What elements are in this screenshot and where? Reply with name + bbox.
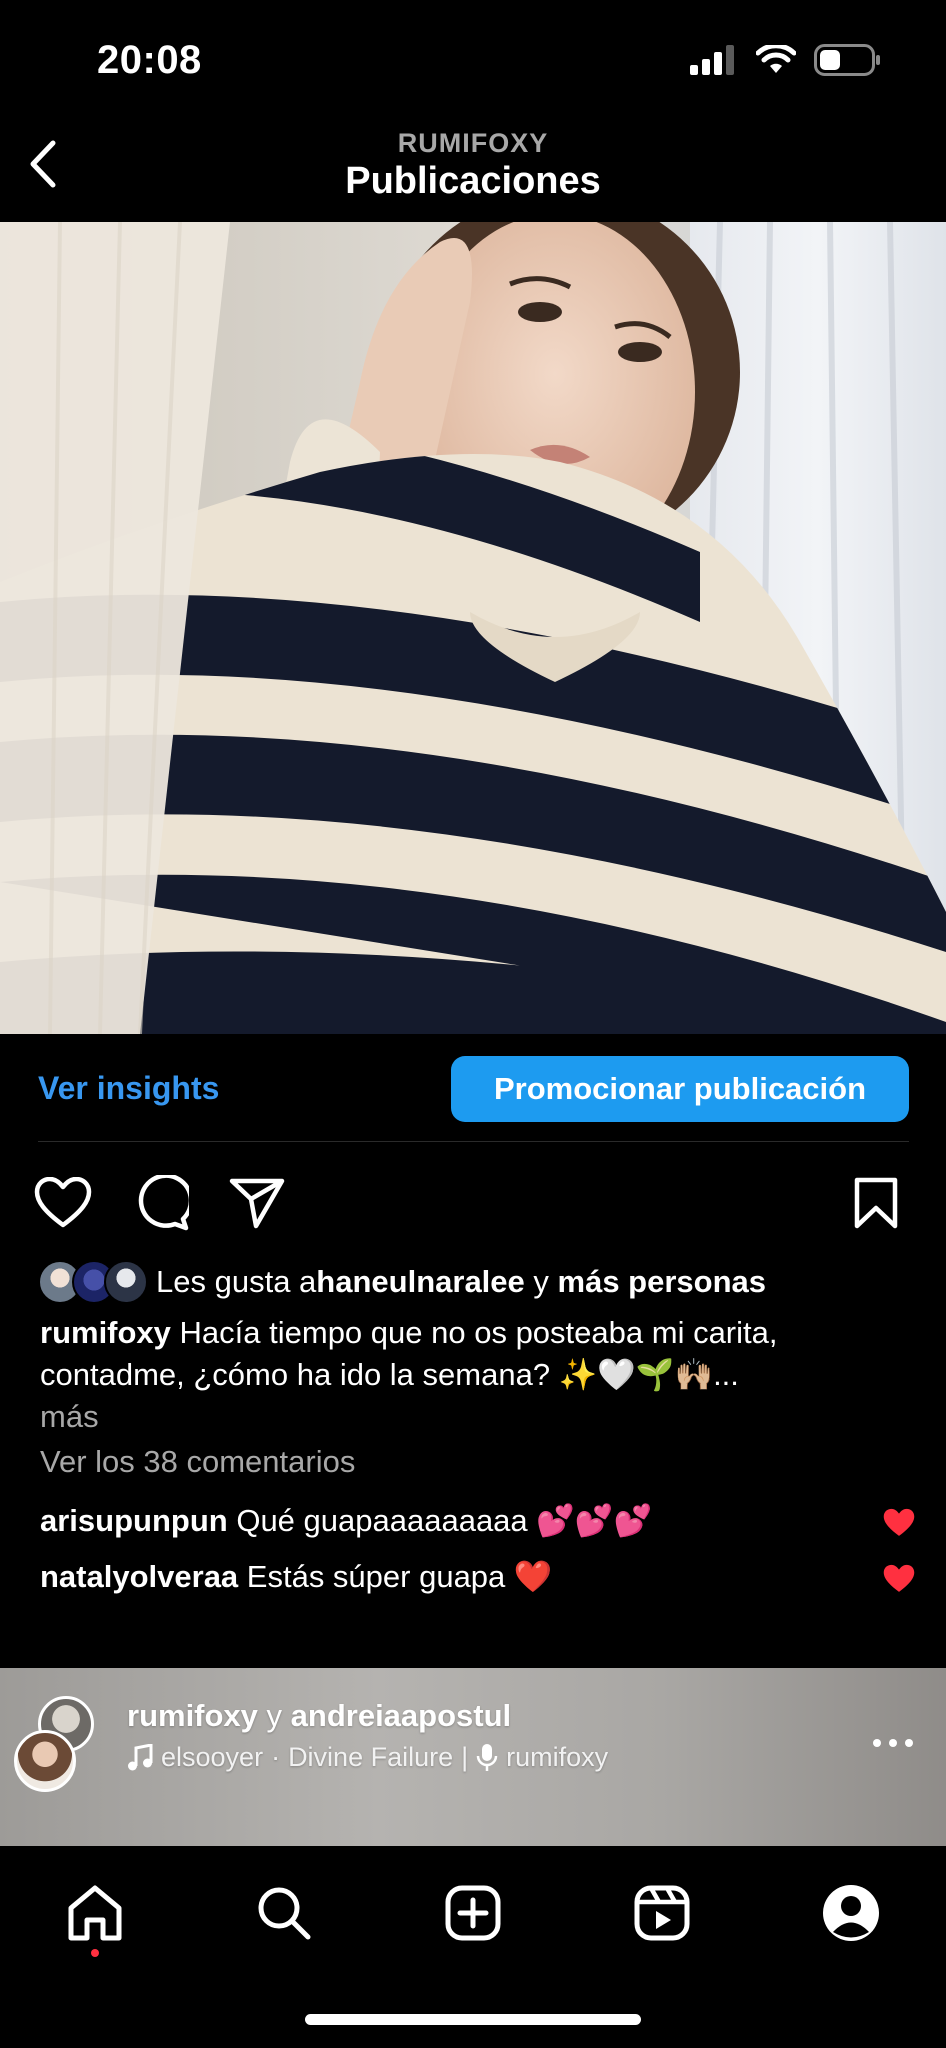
liker-avatars	[38, 1260, 148, 1304]
audio-divider: |	[461, 1742, 469, 1772]
home-notification-dot	[91, 1949, 99, 1957]
status-icons	[690, 44, 882, 76]
comment-text: Estás súper guapa ❤️	[238, 1559, 553, 1594]
audio-artist: elsooyer	[161, 1742, 264, 1772]
battery-icon	[814, 44, 880, 76]
view-all-comments-link[interactable]: Ver los 38 comentarios	[40, 1444, 355, 1480]
heart-outline-icon	[34, 1177, 92, 1228]
comment-username[interactable]: arisupunpun	[40, 1503, 228, 1538]
comment-username[interactable]: natalyolveraa	[40, 1559, 238, 1594]
comment-row: natalyolveraa Estás súper guapa ❤️	[40, 1558, 553, 1595]
next-post-authors: rumifoxy y andreiaapostul	[127, 1698, 511, 1734]
author-avatar[interactable]	[14, 1730, 76, 1792]
nav-home[interactable]	[60, 1878, 130, 1948]
nav-create[interactable]	[438, 1878, 508, 1948]
likes-summary[interactable]: Les gusta a haneulnaralee y más personas	[38, 1258, 766, 1306]
next-post-joiner: y	[257, 1698, 291, 1733]
avatar	[104, 1260, 148, 1304]
page-title: Publicaciones	[345, 160, 601, 202]
comment-button[interactable]	[130, 1172, 192, 1234]
wifi-icon	[756, 45, 796, 73]
paper-plane-icon	[229, 1178, 285, 1229]
like-button[interactable]	[32, 1172, 94, 1234]
view-insights-link[interactable]: Ver insights	[38, 1070, 219, 1107]
home-indicator	[305, 2014, 641, 2025]
posts-header: RUMIFOXY Publicaciones	[0, 120, 946, 222]
audio-original: rumifoxy	[506, 1742, 609, 1772]
reels-icon	[634, 1885, 690, 1941]
nav-search[interactable]	[249, 1878, 319, 1948]
post-photo[interactable]	[0, 222, 946, 1034]
home-icon	[68, 1885, 122, 1941]
next-post-collaborator[interactable]: andreiaapostul	[291, 1698, 512, 1733]
promote-post-button[interactable]: Promocionar publicación	[451, 1056, 909, 1122]
audio-track: Divine Failure	[288, 1742, 454, 1772]
music-note-icon	[128, 1743, 153, 1770]
comment-like-heart-icon[interactable]	[882, 1506, 916, 1540]
comment-text: Qué guapaaaaaaaaa 💕💕💕	[227, 1503, 653, 1538]
likes-others-link[interactable]: más personas	[558, 1264, 767, 1300]
nav-profile[interactable]	[816, 1878, 886, 1948]
cellular-signal-icon	[690, 45, 734, 75]
likes-joiner: y	[524, 1264, 558, 1299]
microphone-icon	[476, 1743, 498, 1771]
account-username[interactable]: RUMIFOXY	[0, 128, 946, 159]
create-plus-icon	[445, 1885, 501, 1941]
likes-prefix: Les gusta a	[156, 1264, 317, 1299]
post-caption: rumifoxy Hacía tiempo que no os posteaba…	[40, 1312, 880, 1438]
bookmark-icon	[854, 1177, 898, 1229]
caption-more-link[interactable]: más	[40, 1399, 99, 1434]
status-time: 20:08	[97, 38, 202, 82]
insights-row: Ver insights Promocionar publicación	[0, 1034, 946, 1142]
comment-row: arisupunpun Qué guapaaaaaaaaa 💕💕💕	[40, 1502, 652, 1539]
audio-separator: ·	[271, 1742, 281, 1772]
status-bar: 20:08	[0, 0, 946, 120]
comment-like-heart-icon[interactable]	[882, 1562, 916, 1596]
next-post-header[interactable]: rumifoxy y andreiaapostul elsooyer · Div…	[0, 1668, 946, 1846]
more-options-icon[interactable]	[868, 1728, 918, 1758]
caption-username[interactable]: rumifoxy	[40, 1315, 171, 1350]
share-button[interactable]	[226, 1172, 288, 1234]
next-post-audio[interactable]: elsooyer · Divine Failure | rumifoxy	[127, 1742, 608, 1773]
next-post-username[interactable]: rumifoxy	[127, 1698, 258, 1733]
search-icon	[258, 1887, 311, 1940]
profile-icon	[823, 1885, 879, 1941]
liker-username[interactable]: haneulnaralee	[316, 1264, 524, 1300]
save-button[interactable]	[845, 1172, 907, 1234]
post-image	[0, 222, 946, 1034]
nav-reels[interactable]	[627, 1878, 697, 1948]
comment-bubble-icon	[138, 1175, 189, 1231]
divider	[38, 1141, 909, 1142]
